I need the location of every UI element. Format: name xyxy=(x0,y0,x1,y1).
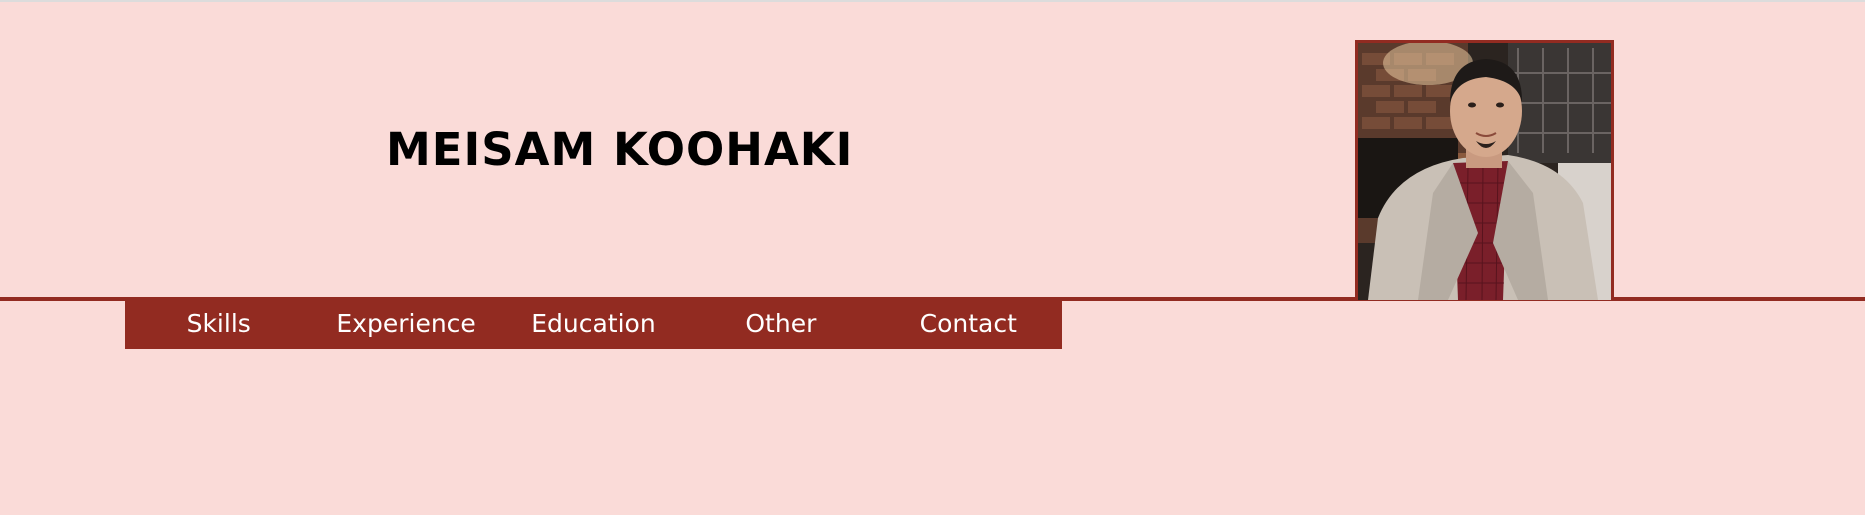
main-nav: Skills Experience Education Other Contac… xyxy=(125,298,1062,349)
nav-item-experience[interactable]: Experience xyxy=(312,298,499,349)
profile-photo-illustration xyxy=(1358,43,1611,300)
profile-photo xyxy=(1355,40,1614,300)
nav-item-skills[interactable]: Skills xyxy=(125,298,312,349)
nav-item-education[interactable]: Education xyxy=(500,298,687,349)
page-title: MEISAM KOOHAKI xyxy=(386,123,854,176)
nav-item-contact[interactable]: Contact xyxy=(875,298,1062,349)
nav-item-other[interactable]: Other xyxy=(687,298,874,349)
top-border xyxy=(0,0,1865,2)
